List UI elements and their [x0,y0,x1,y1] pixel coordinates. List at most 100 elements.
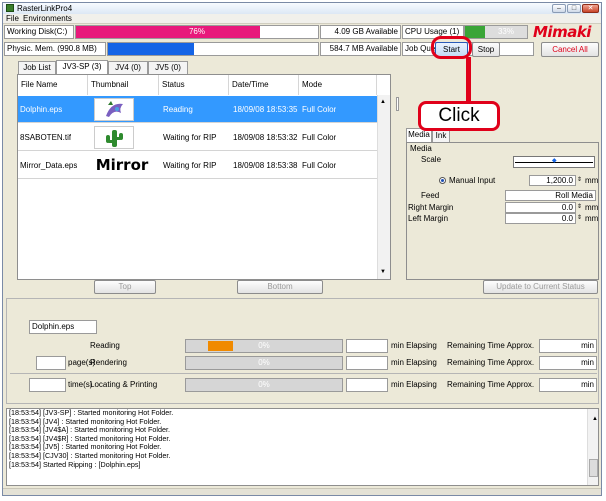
bottom-button[interactable]: Bottom [237,280,323,294]
minimize-button[interactable]: – [552,4,566,13]
reading-elapsed [346,339,388,353]
dolphin-thumbnail [94,98,134,121]
row-file: Dolphin.eps [20,105,63,114]
current-file-field: Dolphin.eps [29,320,97,334]
feed-label: Feed [421,191,440,200]
row-mode: Full Color [302,133,337,142]
left-margin-field[interactable]: 0.0 [505,213,576,224]
title-bar: RasterLinkPro4 – □ ✕ [3,3,601,14]
table-row[interactable]: Dolphin.eps Reading 18/09/08 18:53:35 Fu… [18,96,377,123]
row-status: Waiting for RIP [163,161,217,170]
scroll-up-icon[interactable]: ▲ [590,415,598,424]
maximize-button[interactable]: □ [567,4,581,13]
scroll-down-icon[interactable]: ▼ [380,269,386,275]
working-disk-available: 4.09 GB Available [320,25,401,39]
scale-slider[interactable]: ◆ [513,156,595,168]
progress-label: Reading [90,341,120,350]
log-scroll-thumb[interactable] [589,459,598,477]
cactus-image-icon [106,130,123,147]
log-line: [18:53:54] Started Ripping : [Dolphin.ep… [9,459,141,469]
top-button[interactable]: Top [94,280,156,294]
spin-arrows-icon[interactable]: ⇕ [577,176,582,183]
cpu-usage-fill [465,26,486,38]
media-panel: Media Scale ◆ Manual Input 1,200.0 ⇕ mm … [406,142,599,280]
row-date: 18/09/08 18:53:32 [233,133,298,142]
progress-label: Rendering [90,358,127,367]
progress-label: Locating & Printing [90,380,158,389]
elapsing-label: min Elapsing [391,358,437,367]
remaining-label: Remaining Time Approx. [447,380,535,389]
phys-mem-label: Physic. Mem. (990.8 MB) [4,42,106,56]
pages-field[interactable] [36,356,66,370]
menu-file[interactable]: File [6,14,19,24]
working-disk-bar: 76% [75,25,319,39]
phys-mem-percent: 41% [204,44,221,53]
spin-arrows-icon[interactable]: ⇕ [577,203,582,210]
menu-environments[interactable]: Environments [23,14,72,24]
remaining-label: Remaining Time Approx. [447,341,535,350]
printing-elapsed [346,378,388,392]
col-mode[interactable]: Mode [299,75,377,95]
unit-label: mm [585,203,599,212]
row-file: Mirror_Data.eps [20,161,78,170]
stop-button[interactable]: Stop [472,42,500,57]
col-status[interactable]: Status [159,75,229,95]
mimaki-logo: Mimaki [533,23,591,41]
app-icon [6,4,14,12]
scale-slider-thumb[interactable]: ◆ [552,157,557,164]
manual-input-radio[interactable] [439,177,446,184]
elapsing-label: min Elapsing [391,380,437,389]
tab-jv4[interactable]: JV4 (0) [108,61,148,74]
callout-ring [431,36,472,59]
unit-label: mm [585,176,599,185]
working-disk-label: Working Disk(C:) [4,25,74,39]
callout-click: Click [418,101,500,131]
splitter-handle[interactable] [396,97,399,111]
col-thumbnail[interactable]: Thumbnail [88,75,159,95]
tab-jv3-sp[interactable]: JV3-SP (3) [56,60,108,74]
reading-remaining: min [539,339,597,353]
remaining-label: Remaining Time Approx. [447,358,535,367]
job-table: File Name Thumbnail Status Date/Time Mod… [17,74,391,280]
times-label: time(s) [68,380,93,389]
manual-input-field[interactable]: 1,200.0 [529,175,576,186]
printing-remaining: min [539,378,597,392]
table-scrollbar[interactable]: ▲ ▼ [377,95,390,279]
window-title: RasterLinkPro4 [17,4,73,13]
table-row[interactable]: 8SABOTEN.tif Waiting for RIP 18/09/08 18… [18,124,377,151]
menu-bar: File Environments [3,14,601,24]
log-panel[interactable]: [18:53:54] [JV3-SP] : Started monitoring… [6,408,599,486]
row-date: 18/09/08 18:53:38 [233,161,298,170]
row-date: 18/09/08 18:53:35 [233,105,298,114]
row-mode: Full Color [302,161,337,170]
working-disk-percent: 76% [188,27,205,36]
right-margin-label: Right Margin [408,203,454,212]
cancel-all-button[interactable]: Cancel All [541,42,599,57]
spin-arrows-icon[interactable]: ⇕ [577,214,582,221]
printing-bar: 0% [185,378,343,392]
col-file-name[interactable]: File Name [18,75,88,95]
times-field[interactable] [29,378,66,392]
progress-area: Dolphin.eps Reading 0% min Elapsing Rema… [6,298,599,404]
reading-percent: 0% [258,341,270,350]
close-button[interactable]: ✕ [582,4,599,13]
tab-job-list[interactable]: Job List [18,61,56,74]
col-datetime[interactable]: Date/Time [229,75,299,95]
right-margin-field[interactable]: 0.0 [505,202,576,213]
tab-jv5[interactable]: JV5 (0) [148,61,188,74]
rendering-bar: 0% [185,356,343,370]
rendering-elapsed [346,356,388,370]
phys-mem-bar: 41% [107,42,319,56]
scroll-up-icon[interactable]: ▲ [380,99,386,105]
log-scrollbar[interactable]: ▲ [587,409,598,485]
media-label: Media [410,144,432,153]
printing-percent: 0% [258,380,270,389]
rendering-percent: 0% [258,358,270,367]
reading-bar: 0% [185,339,343,353]
table-row[interactable]: Mirror_Data.eps Mirror Waiting for RIP 1… [18,152,377,179]
left-margin-label: Left Margin [408,214,449,223]
callout-line [466,57,471,102]
feed-select[interactable]: Roll Media [505,190,596,201]
mirror-thumbnail: Mirror [95,156,149,174]
update-status-button[interactable]: Update to Current Status [483,280,598,294]
